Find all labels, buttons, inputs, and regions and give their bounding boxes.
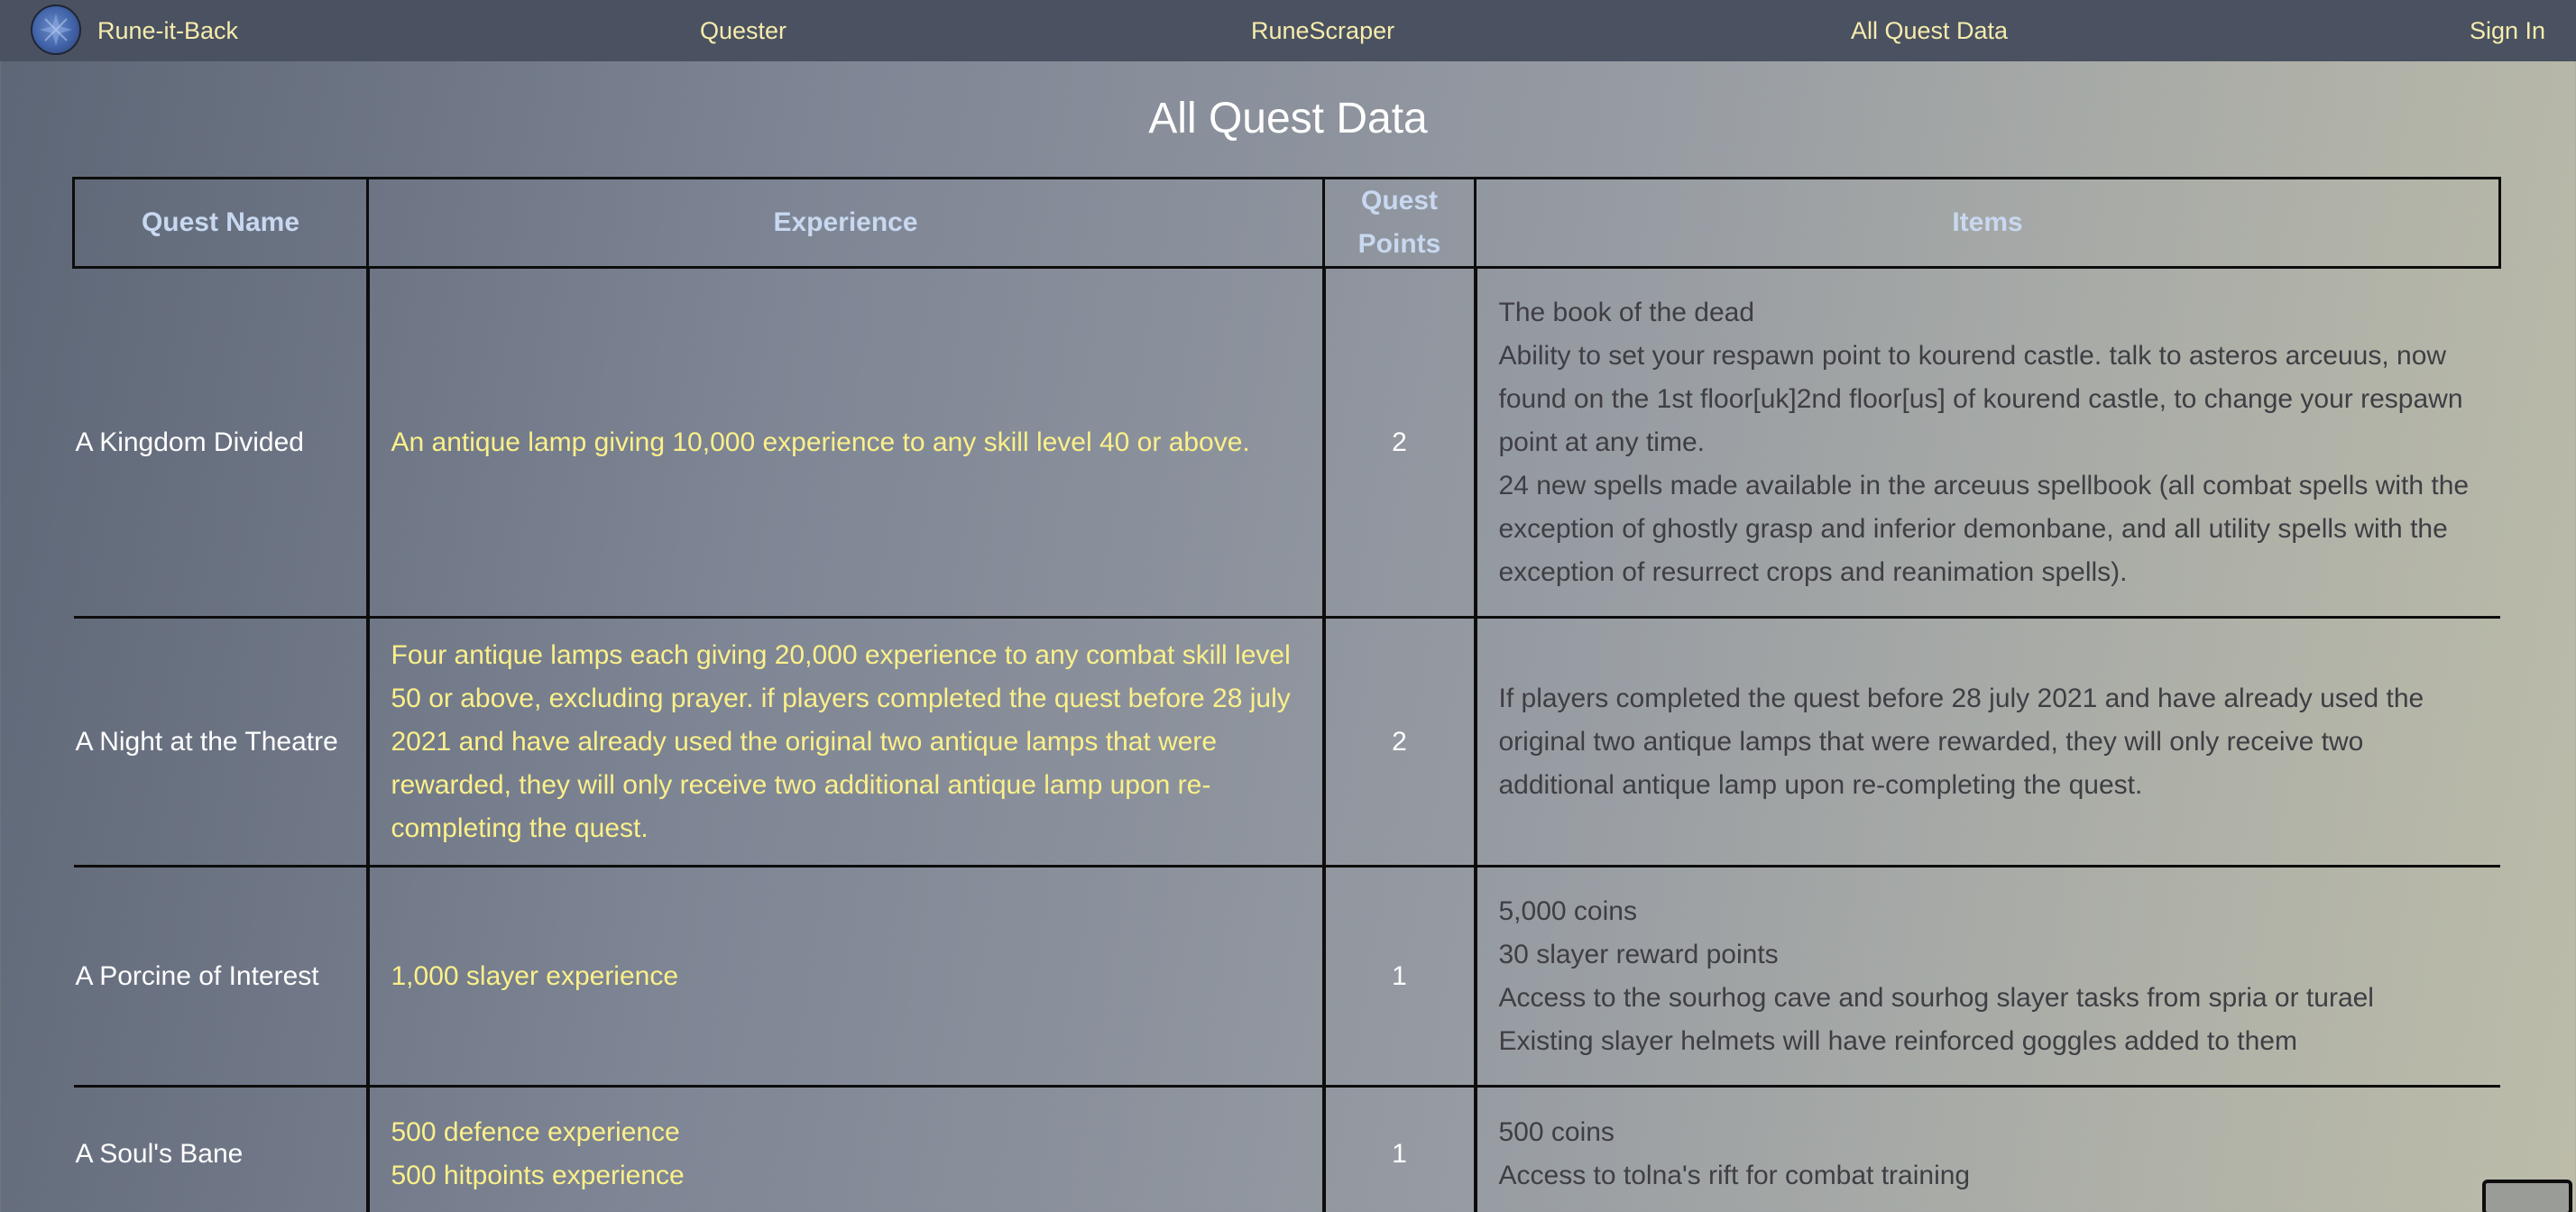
table-row: A Kingdom Divided An antique lamp giving… [73, 267, 2500, 619]
rune-logo-icon[interactable] [31, 5, 81, 55]
header-items: Items [1474, 177, 2501, 269]
sign-in-link[interactable]: Sign In [2470, 0, 2545, 61]
item-line: 500 coins [1498, 1116, 1615, 1147]
quest-name-cell: A Porcine of Interest [73, 866, 370, 1088]
experience-cell: Four antique lamps each giving 20,000 ex… [367, 617, 1326, 868]
quest-points-cell: 2 [1323, 267, 1477, 619]
experience-line: 500 hitpoints experience [391, 1160, 685, 1190]
items-cell: 500 coins Access to tolna's rift for com… [1475, 1086, 2500, 1212]
items-cell: 5,000 coins 30 slayer reward points Acce… [1475, 866, 2500, 1088]
quest-points-cell: 1 [1323, 866, 1477, 1088]
items-cell: If players completed the quest before 28… [1475, 617, 2500, 868]
item-line: Access to the sourhog cave and sourhog s… [1498, 982, 2374, 1013]
item-line: 24 new spells made available in the arce… [1498, 470, 2470, 587]
header-experience: Experience [366, 177, 1325, 269]
quest-name-cell: A Soul's Bane [73, 1086, 370, 1212]
nav-link-quester[interactable]: Quester [700, 0, 787, 61]
nav-link-runescraper[interactable]: RuneScraper [1251, 0, 1394, 61]
items-cell: The book of the dead Ability to set your… [1475, 267, 2500, 619]
item-line: If players completed the quest before 28… [1498, 683, 2424, 800]
item-line: 30 slayer reward points [1498, 939, 1779, 969]
page-title: All Quest Data [1148, 95, 1428, 142]
quest-name-cell: A Night at the Theatre [73, 617, 370, 868]
experience-cell: 500 defence experience 500 hitpoints exp… [367, 1086, 1326, 1212]
experience-line: 1,000 slayer experience [391, 960, 679, 991]
quest-points-cell: 1 [1323, 1086, 1477, 1212]
table-row: A Porcine of Interest 1,000 slayer exper… [73, 866, 2500, 1088]
quest-name-cell: A Kingdom Divided [73, 267, 370, 619]
header-quest-points: Quest Points [1322, 177, 1477, 269]
scroll-to-top-button[interactable] [2482, 1180, 2572, 1212]
experience-cell: 1,000 slayer experience [367, 866, 1326, 1088]
table-row: A Soul's Bane 500 defence experience 500… [73, 1086, 2500, 1212]
experience-line: An antique lamp giving 10,000 experience… [391, 427, 1250, 457]
item-line: Access to tolna's rift for combat traini… [1498, 1160, 1971, 1190]
item-line: Existing slayer helmets will have reinfo… [1498, 1025, 2297, 1056]
header-quest-name: Quest Name [72, 177, 369, 269]
nav-link-all-quest-data[interactable]: All Quest Data [1851, 0, 2008, 61]
quest-points-cell: 2 [1323, 617, 1477, 868]
item-line: 5,000 coins [1498, 895, 1637, 926]
brand-link[interactable]: Rune-it-Back [97, 0, 238, 61]
table-row: A Night at the Theatre Four antique lamp… [73, 617, 2500, 868]
experience-line: 500 defence experience [391, 1116, 680, 1147]
item-line: The book of the dead [1498, 297, 1755, 327]
top-navbar: Rune-it-Back Quester RuneScraper All Que… [0, 0, 2576, 61]
experience-line: Four antique lamps each giving 20,000 ex… [391, 639, 1291, 843]
item-line: Ability to set your respawn point to kou… [1498, 340, 2463, 457]
quest-table: Quest Name Experience Quest Points Items… [72, 177, 2501, 1212]
experience-cell: An antique lamp giving 10,000 experience… [367, 267, 1326, 619]
table-header-row: Quest Name Experience Quest Points Items [72, 177, 2501, 269]
